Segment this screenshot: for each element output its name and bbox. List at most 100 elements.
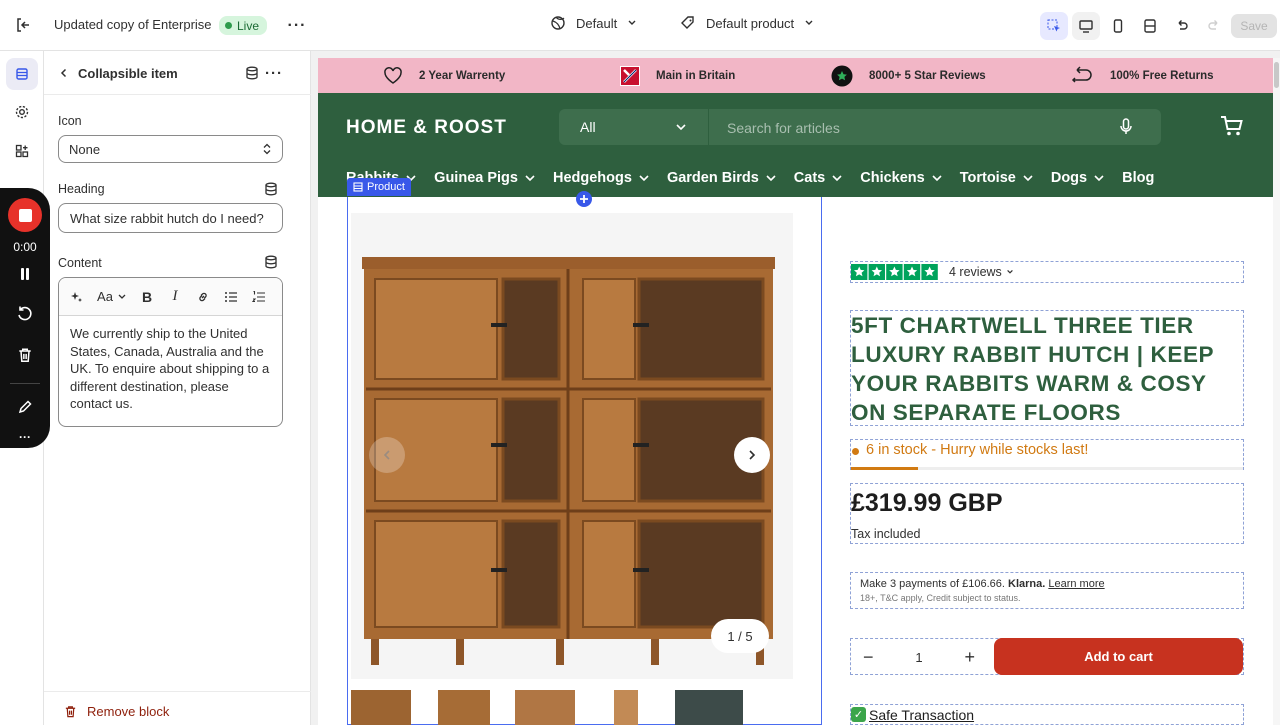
mobile-view-button[interactable] (1104, 12, 1132, 40)
klarna-block[interactable]: Make 3 payments of £106.66. Klarna. Lear… (850, 572, 1244, 609)
store-logo[interactable]: HOME & ROOST (346, 117, 507, 139)
remove-block-label: Remove block (87, 704, 170, 719)
theme-settings-button[interactable] (6, 96, 38, 128)
inspector-button[interactable] (1040, 12, 1068, 40)
gallery-thumbnail[interactable] (351, 690, 411, 725)
link-icon (199, 292, 207, 301)
union-flag-icon (620, 65, 640, 86)
nav-item-chickens[interactable]: Chickens (860, 170, 942, 186)
heading-input[interactable]: What size rabbit hutch do I need? (58, 203, 283, 233)
nav-item-tortoise[interactable]: Tortoise (960, 170, 1034, 186)
remove-block-button[interactable]: Remove block (64, 704, 169, 719)
cart-icon[interactable] (1220, 115, 1244, 137)
content-editor-text[interactable]: We currently ship to the United States, … (59, 316, 282, 422)
database-icon[interactable] (264, 182, 278, 196)
nav-item-hedgehogs[interactable]: Hedgehogs (553, 170, 650, 186)
back-button[interactable] (54, 63, 74, 83)
bold-icon[interactable]: B (135, 285, 159, 309)
sparkle-icon (71, 291, 82, 302)
search-category-select[interactable]: All (559, 109, 709, 145)
nav-item-guinea-pigs[interactable]: Guinea Pigs (434, 170, 536, 186)
icon-field-label: Icon (58, 114, 82, 128)
gallery-next-button[interactable] (734, 437, 770, 473)
globe-icon (551, 16, 565, 30)
more-actions-button[interactable]: ··· (286, 15, 308, 37)
gallery-thumbnail[interactable] (438, 690, 490, 725)
klarna-learn-more-link[interactable]: Learn more (1048, 578, 1104, 590)
price-block[interactable]: £319.99 GBP Tax included (850, 483, 1244, 544)
announcement-text: 2 Year Warrenty (419, 69, 506, 82)
star-badge-icon (831, 65, 853, 86)
store-header: HOME & ROOST All Search for articles Rab… (318, 93, 1273, 197)
search-input[interactable]: Search for articles (727, 120, 840, 136)
annotate-button[interactable] (13, 395, 37, 419)
apps-button[interactable] (6, 135, 38, 167)
safe-transaction-text: Safe Transaction (869, 706, 975, 723)
restart-button[interactable] (13, 302, 37, 326)
delete-recording-button[interactable] (13, 343, 37, 367)
ai-sparkle-button[interactable] (65, 285, 89, 309)
fullwidth-view-button[interactable] (1136, 12, 1164, 40)
chevron-down-icon (1006, 269, 1013, 274)
save-button[interactable]: Save (1231, 14, 1277, 38)
panel-more-button[interactable]: ··· (264, 63, 284, 83)
desktop-icon (1079, 20, 1093, 33)
dynamic-source-button[interactable] (242, 63, 262, 83)
chevron-updown-icon (263, 143, 271, 155)
recorder-divider (10, 383, 40, 384)
quantity-value[interactable]: 1 (915, 650, 922, 665)
redo-button[interactable] (1200, 12, 1228, 40)
heading-field-label: Heading (58, 182, 105, 196)
product-price: £319.99 GBP (851, 489, 1003, 517)
nav-label: Tortoise (959, 170, 1016, 186)
gallery-thumbnail[interactable] (515, 690, 575, 725)
link-button[interactable] (191, 285, 215, 309)
bullet-list-button[interactable] (219, 285, 243, 309)
sections-button[interactable] (6, 58, 38, 90)
numbered-list-button[interactable] (247, 285, 271, 309)
undo-icon (1178, 20, 1188, 30)
add-section-button[interactable] (576, 191, 592, 207)
gallery-thumbnail[interactable] (675, 690, 743, 725)
theme-selector[interactable]: Default (550, 15, 637, 31)
database-icon[interactable] (264, 255, 278, 269)
stop-recording-button[interactable] (8, 198, 42, 232)
search-bar: All Search for articles (559, 109, 1161, 145)
desktop-view-button[interactable] (1072, 12, 1100, 40)
text-style-button[interactable]: Aa (93, 285, 131, 309)
redo-icon (1208, 20, 1218, 30)
top-bar: Updated copy of Enterprise Live ··· Defa… (0, 0, 1280, 51)
italic-icon[interactable]: I (163, 285, 187, 309)
product-title[interactable]: 5FT CHARTWELL THREE TIER LUXURY RABBIT H… (850, 310, 1244, 426)
icon-select[interactable]: None (58, 135, 283, 163)
minus-icon[interactable]: − (863, 647, 874, 668)
recorder-more-icon[interactable]: ··· (13, 430, 37, 444)
undo-button[interactable] (1168, 12, 1196, 40)
section-tag[interactable]: Product (347, 178, 411, 196)
plus-icon[interactable]: + (964, 647, 975, 668)
gallery-thumbnail[interactable] (614, 690, 638, 725)
nav-label: Dogs (1050, 170, 1088, 186)
add-to-cart-button[interactable]: Add to cart (994, 638, 1243, 675)
chevron-down-icon (805, 20, 813, 25)
numbered-list-icon (252, 290, 265, 302)
exit-icon[interactable] (12, 14, 34, 36)
scrollbar-thumb[interactable] (1274, 62, 1279, 88)
icon-select-value: None (69, 141, 101, 157)
live-label: Live (237, 18, 260, 33)
stock-indicator[interactable]: 6 in stock - Hurry while stocks last! (850, 439, 1244, 470)
nav-item-garden-birds[interactable]: Garden Birds (667, 170, 777, 186)
review-stars-block[interactable]: 4 reviews (850, 261, 1244, 283)
nav-item-blog[interactable]: Blog (1122, 170, 1154, 186)
template-selector[interactable]: Default product (680, 15, 814, 31)
nav-label: Garden Birds (666, 170, 759, 186)
pause-button[interactable] (13, 262, 37, 286)
gear-icon (15, 105, 29, 119)
gallery-prev-button[interactable] (369, 437, 405, 473)
nav-item-dogs[interactable]: Dogs (1051, 170, 1105, 186)
safe-transaction-block[interactable]: ✓ Safe Transaction (850, 704, 1244, 725)
preview-scrollbar[interactable] (1273, 58, 1280, 725)
microphone-icon[interactable] (1119, 118, 1133, 136)
panel-header: Collapsible item ··· (44, 51, 311, 95)
nav-item-cats[interactable]: Cats (794, 170, 843, 186)
